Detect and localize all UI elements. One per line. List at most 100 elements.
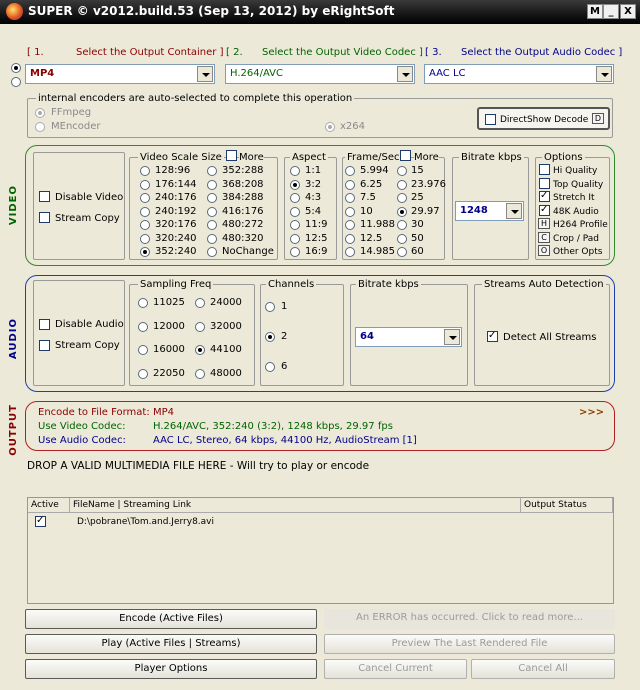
aspect-option-radio[interactable] — [290, 233, 300, 244]
preview-button[interactable]: Preview The Last Rendered File — [324, 634, 615, 654]
fps-option-radio[interactable] — [345, 247, 355, 257]
option-check[interactable] — [539, 177, 550, 189]
aspect-option-radio[interactable] — [290, 206, 300, 217]
scale-option-radio[interactable] — [140, 220, 150, 230]
encoder-mencoder-label: MEncoder — [51, 121, 101, 132]
fps-option-radio[interactable] — [397, 179, 407, 190]
file-list[interactable]: Active FileName | Streaming Link Output … — [27, 497, 614, 604]
aspect-option-radio[interactable] — [290, 179, 300, 190]
encoder-x264-radio[interactable] — [325, 122, 335, 132]
option-check[interactable] — [539, 190, 550, 202]
scale-option-radio[interactable] — [207, 206, 217, 217]
table-row[interactable]: D:\pobrane\Tom.and.Jerry8.avi — [28, 513, 613, 529]
encoder-ffmpeg-radio[interactable] — [35, 108, 45, 118]
col-header-filename[interactable]: FileName | Streaming Link — [70, 498, 521, 513]
scale-option-radio[interactable] — [207, 179, 217, 190]
option-check[interactable] — [539, 204, 550, 216]
output-more-button[interactable]: >>> — [579, 407, 604, 419]
detect-all-streams-check[interactable] — [487, 330, 498, 342]
audio-stream-copy-check[interactable] — [39, 340, 50, 351]
sampling-option-radio[interactable] — [138, 321, 148, 332]
audio-codec-select[interactable]: AAC LC — [424, 64, 614, 84]
fps-option-radio[interactable] — [397, 166, 407, 176]
video-stream-copy-check[interactable] — [39, 212, 50, 223]
channel-option-radio[interactable] — [265, 362, 275, 372]
scale-option-radio[interactable] — [207, 220, 217, 230]
scale-option-radio[interactable] — [207, 166, 217, 176]
minimize-button[interactable]: _ — [603, 4, 619, 19]
disable-video-check[interactable] — [39, 191, 50, 202]
error-notice-button[interactable]: An ERROR has occurred. Click to read mor… — [324, 609, 615, 629]
mode-radio-convert[interactable] — [11, 63, 21, 73]
scale-option-radio[interactable] — [140, 233, 150, 244]
row-active-check[interactable] — [35, 515, 46, 527]
option-tag[interactable]: O — [538, 245, 550, 256]
sampling-option-radio[interactable] — [195, 368, 205, 379]
mode-radio-other[interactable] — [11, 77, 21, 87]
scale-size-title: Video Scale Size — [138, 152, 224, 164]
chevron-down-icon[interactable] — [596, 66, 612, 82]
fps-option-radio[interactable] — [397, 193, 407, 203]
sampling-option-radio[interactable] — [195, 345, 205, 355]
fps-more-check[interactable] — [400, 150, 411, 161]
sampling-option-radio[interactable] — [138, 368, 148, 379]
scale-option-radio[interactable] — [140, 193, 150, 203]
fps-option-radio[interactable] — [345, 179, 355, 190]
sampling-option-radio[interactable] — [195, 321, 205, 332]
chevron-down-icon[interactable] — [197, 66, 213, 82]
col-header-status[interactable]: Output Status — [521, 498, 613, 513]
col-header-active[interactable]: Active — [28, 498, 70, 513]
fps-option-radio[interactable] — [345, 233, 355, 244]
sampling-option-radio[interactable] — [195, 298, 205, 308]
disable-audio-check[interactable] — [39, 319, 50, 330]
cancel-current-button[interactable]: Cancel Current — [324, 659, 467, 679]
fps-option-label: 14.985 — [360, 246, 395, 257]
encoder-mencoder-radio[interactable] — [35, 122, 45, 132]
fps-option-radio[interactable] — [345, 166, 355, 176]
player-options-button[interactable]: Player Options — [25, 659, 317, 679]
option-tag[interactable]: C — [538, 231, 550, 243]
sampling-option-radio[interactable] — [138, 345, 148, 355]
play-button[interactable]: Play (Active Files | Streams) — [25, 634, 317, 654]
chevron-down-icon[interactable] — [506, 203, 522, 219]
directshow-check[interactable] — [485, 114, 496, 125]
fps-option-label: 23.976 — [411, 178, 446, 190]
audio-bitrate-select[interactable]: 64 — [355, 327, 462, 347]
video-bitrate-select[interactable]: 1248 — [455, 201, 524, 221]
aspect-option-radio[interactable] — [290, 247, 300, 257]
aspect-option-radio[interactable] — [290, 193, 300, 203]
aspect-option-radio[interactable] — [290, 166, 300, 176]
fps-option-radio[interactable] — [397, 247, 407, 257]
scale-option-label: 480:272 — [222, 219, 264, 230]
scale-option-radio[interactable] — [140, 247, 150, 257]
cancel-all-button[interactable]: Cancel All — [471, 659, 615, 679]
chevron-down-icon[interactable] — [397, 66, 413, 82]
scale-option-radio[interactable] — [207, 193, 217, 203]
scale-option-radio[interactable] — [140, 179, 150, 190]
video-codec-select[interactable]: H.264/AVC — [225, 64, 415, 84]
fps-option-radio[interactable] — [345, 206, 355, 217]
fps-option-radio[interactable] — [397, 233, 407, 244]
option-check[interactable] — [539, 164, 550, 175]
scale-more-check[interactable] — [226, 150, 237, 161]
encode-button[interactable]: Encode (Active Files) — [25, 609, 317, 629]
channel-option-radio[interactable] — [265, 332, 275, 342]
chevron-down-icon[interactable] — [444, 329, 460, 345]
app-icon[interactable] — [6, 3, 23, 20]
aspect-option-radio[interactable] — [290, 220, 300, 230]
directshow-decode-toggle[interactable]: DirectShow Decode D — [477, 107, 610, 130]
fps-option-radio[interactable] — [345, 220, 355, 230]
channel-option-radio[interactable] — [265, 302, 275, 312]
scale-option-radio[interactable] — [140, 206, 150, 217]
close-button[interactable]: X — [620, 4, 636, 19]
fps-option-radio[interactable] — [345, 193, 355, 203]
scale-option-radio[interactable] — [207, 233, 217, 244]
option-tag[interactable]: H — [538, 218, 550, 229]
sampling-option-radio[interactable] — [138, 298, 148, 308]
container-select[interactable]: MP4 — [25, 64, 215, 84]
fps-option-radio[interactable] — [397, 206, 407, 217]
scale-option-radio[interactable] — [207, 247, 217, 257]
scale-option-radio[interactable] — [140, 166, 150, 176]
menu-button[interactable]: M — [587, 4, 603, 19]
fps-option-radio[interactable] — [397, 220, 407, 230]
